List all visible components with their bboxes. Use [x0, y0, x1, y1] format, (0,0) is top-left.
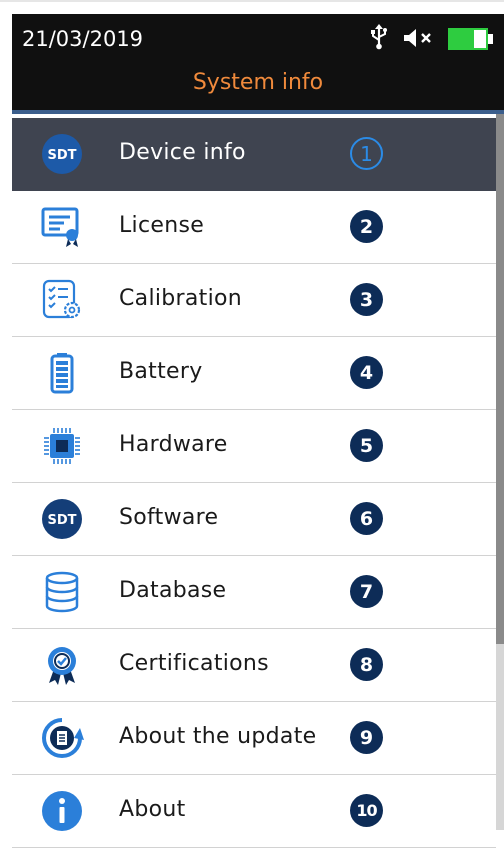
svg-text:SDT: SDT — [47, 513, 76, 528]
number-badge: 5 — [350, 429, 383, 462]
menu-item-hardware[interactable]: Hardware 5 — [12, 410, 496, 483]
menu-item-database[interactable]: Database 7 — [12, 556, 496, 629]
menu-item-license[interactable]: License 2 — [12, 191, 496, 264]
info-icon — [42, 791, 82, 831]
number-badge: 1 — [350, 137, 383, 170]
menu-item-about[interactable]: About 10 — [12, 775, 496, 848]
update-document-icon — [42, 718, 84, 758]
menu-item-label: Battery — [119, 359, 203, 384]
number-badge: 10 — [350, 794, 383, 827]
top-margin — [0, 0, 504, 14]
sdt-logo-icon: SDT — [42, 134, 82, 174]
calibration-icon — [42, 279, 81, 319]
menu-item-label: License — [119, 213, 205, 238]
menu-item-label: Database — [119, 578, 227, 603]
menu-item-device-info[interactable]: SDT Device info 1 — [12, 118, 496, 191]
menu-list: SDT Device info 1 License 2 Calibration … — [12, 114, 496, 848]
svg-text:SDT: SDT — [47, 148, 76, 163]
menu-item-calibration[interactable]: Calibration 3 — [12, 264, 496, 337]
number-badge: 8 — [350, 648, 383, 681]
battery-status-icon — [448, 28, 493, 50]
menu-item-certifications[interactable]: Certifications 8 — [12, 629, 496, 702]
number-badge: 9 — [350, 721, 383, 754]
menu-item-label: About — [119, 797, 186, 822]
menu-item-label: Calibration — [119, 286, 243, 311]
menu-item-label: Certifications — [119, 651, 269, 676]
number-badge: 2 — [350, 210, 383, 243]
usb-icon — [371, 24, 387, 50]
number-badge: 3 — [350, 283, 383, 316]
mute-icon — [404, 29, 431, 47]
database-icon — [45, 571, 79, 613]
status-date: 21/03/2019 — [22, 27, 144, 51]
page-title: System info — [192, 70, 324, 95]
number-badge: 4 — [350, 356, 383, 389]
certificate-badge-icon — [48, 647, 76, 685]
header-bar: 21/03/2019 System info — [12, 14, 504, 110]
menu-item-software[interactable]: SDT Software 6 — [12, 483, 496, 556]
number-badge: 6 — [350, 502, 383, 535]
menu-item-battery[interactable]: Battery 4 — [12, 337, 496, 410]
menu-item-label: Hardware — [119, 432, 228, 457]
battery-icon — [50, 353, 74, 394]
sdt-logo-icon: SDT — [42, 499, 82, 539]
menu-item-label: Software — [119, 505, 219, 530]
menu-item-label: About the update — [119, 724, 317, 749]
scrollbar-thumb[interactable] — [496, 114, 504, 644]
license-icon — [41, 207, 79, 247]
chip-icon — [44, 428, 80, 464]
menu-item-label: Device info — [119, 140, 246, 165]
menu-item-about-the-update[interactable]: About the update 9 — [12, 702, 496, 775]
number-badge: 7 — [350, 575, 383, 608]
